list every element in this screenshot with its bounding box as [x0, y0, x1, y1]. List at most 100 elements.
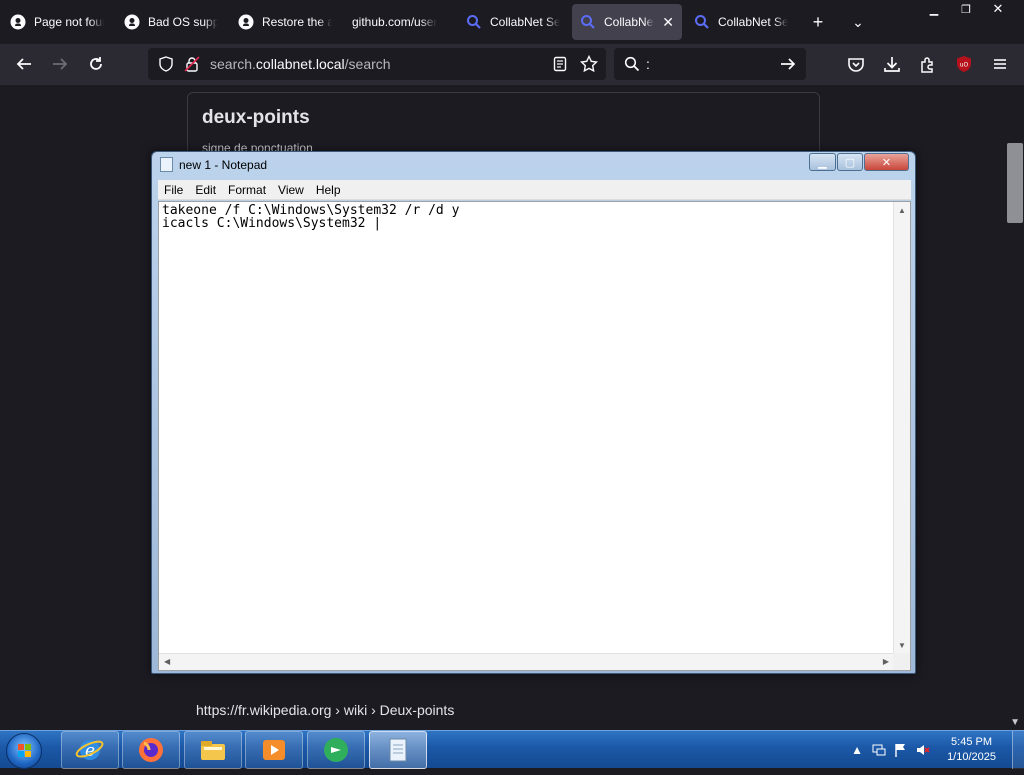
download-icon: [884, 57, 900, 72]
tab-label: CollabNet: [604, 15, 655, 29]
url-prefix: search.: [210, 56, 256, 72]
clock[interactable]: 5:45 PM 1/10/2025: [947, 735, 996, 765]
extensions-button[interactable]: [914, 50, 942, 78]
tracking-protection-icon[interactable]: [158, 56, 174, 77]
notepad-menubar: File Edit Format View Help: [158, 180, 911, 200]
menu-help[interactable]: Help: [310, 180, 347, 200]
search-icon: [624, 56, 640, 77]
reload-icon: [90, 57, 102, 70]
url-host: collabnet.local: [255, 56, 345, 72]
link-host: https://fr.wikipedia.org: [196, 702, 332, 718]
show-hidden-icons-icon[interactable]: ▲: [849, 742, 865, 758]
taskbar-media-player[interactable]: [245, 731, 303, 769]
menu-format[interactable]: Format: [222, 180, 272, 200]
restore-button[interactable]: ❐: [948, 0, 984, 18]
taskbar: e ▲ 5:45 PM 1/10/2025: [0, 730, 1024, 769]
notepad-minimize-button[interactable]: ▁: [809, 153, 836, 171]
tab-github-user[interactable]: github.com/user: [344, 4, 454, 40]
downloads-button[interactable]: [878, 50, 906, 78]
volume-muted-icon[interactable]: [915, 742, 931, 758]
taskbar-file-explorer[interactable]: [184, 731, 242, 769]
scrollbar-thumb[interactable]: [1007, 143, 1023, 223]
tab-collabnet-2[interactable]: CollabNet Se: [686, 4, 796, 40]
firefox-icon: [139, 738, 163, 762]
reload-button[interactable]: [82, 50, 110, 78]
ublock-button[interactable]: uO: [950, 50, 978, 78]
hamburger-menu-icon: [994, 59, 1006, 69]
show-desktop-button[interactable]: [1012, 731, 1024, 769]
tab-bad-os-support[interactable]: Bad OS support: [116, 4, 226, 40]
forward-button[interactable]: [46, 50, 74, 78]
close-window-button[interactable]: ✕: [980, 0, 1016, 18]
windows-logo-icon: [18, 744, 31, 757]
notepad-text-area[interactable]: takeone /f C:\Windows\System32 /r /d y i…: [158, 201, 911, 671]
taskbar-media-center[interactable]: [307, 731, 365, 769]
close-tab-icon[interactable]: ✕: [662, 14, 674, 31]
tab-collabnet-active[interactable]: CollabNet ✕: [572, 4, 682, 40]
resize-grip[interactable]: [893, 653, 910, 670]
tab-restore[interactable]: Restore the a: [230, 4, 340, 40]
minimize-button[interactable]: ▁: [916, 0, 952, 18]
notepad-horizontal-scrollbar[interactable]: ◀ ▶: [159, 653, 894, 670]
clock-date: 1/10/2025: [947, 751, 996, 763]
svg-text:uO: uO: [960, 62, 969, 69]
media-center-icon: [324, 738, 348, 762]
scroll-down-arrow-icon[interactable]: ▼: [1010, 717, 1020, 728]
notepad-icon: [389, 738, 407, 762]
url-text: search.collabnet.local/search: [210, 56, 391, 72]
github-icon: [10, 14, 26, 30]
notepad-icon: [160, 157, 173, 172]
search-query: :: [646, 56, 650, 72]
search-icon: [694, 14, 710, 30]
action-center-flag-icon[interactable]: [893, 742, 909, 758]
new-tab-button[interactable]: +: [804, 8, 832, 36]
navigation-toolbar: search.collabnet.local/search : uO: [0, 44, 1024, 85]
network-icon[interactable]: [871, 742, 887, 758]
go-arrow-icon[interactable]: [780, 56, 796, 77]
search-icon: [580, 14, 596, 30]
notepad-content[interactable]: takeone /f C:\Windows\System32 /r /d y i…: [162, 204, 459, 230]
search-bar[interactable]: :: [614, 48, 806, 80]
back-button[interactable]: [10, 50, 38, 78]
github-icon: [124, 14, 140, 30]
address-bar[interactable]: search.collabnet.local/search: [148, 48, 606, 80]
result-url-link[interactable]: https://fr.wikipedia.org › wiki › Deux-p…: [196, 702, 454, 718]
scroll-left-arrow-icon[interactable]: ◀: [164, 657, 170, 666]
notepad-maximize-button[interactable]: ▢: [837, 153, 863, 171]
pocket-icon: [848, 58, 864, 72]
menu-file[interactable]: File: [158, 180, 189, 200]
menu-view[interactable]: View: [272, 180, 310, 200]
notepad-vertical-scrollbar[interactable]: ▲ ▼: [893, 202, 910, 654]
search-icon: [466, 14, 482, 30]
tab-collabnet-1[interactable]: CollabNet Se: [458, 4, 568, 40]
pocket-button[interactable]: [842, 50, 870, 78]
tab-page-not-found[interactable]: Page not found: [2, 4, 112, 40]
notepad-titlebar[interactable]: new 1 - Notepad: [160, 157, 267, 172]
notepad-window[interactable]: new 1 - Notepad ▁ ▢ ✕ File Edit Format V…: [151, 151, 916, 674]
menu-edit[interactable]: Edit: [189, 180, 222, 200]
bookmark-star-icon[interactable]: [579, 54, 599, 78]
menu-button[interactable]: [986, 50, 1014, 78]
ublock-origin-icon: uO: [957, 56, 971, 72]
page-scrollbar[interactable]: ▼: [1006, 85, 1024, 730]
result-title[interactable]: deux-points: [202, 107, 310, 129]
reader-view-icon[interactable]: [552, 56, 568, 77]
scroll-up-arrow-icon[interactable]: ▲: [898, 206, 906, 215]
list-tabs-button[interactable]: ⌄: [844, 8, 872, 36]
taskbar-internet-explorer[interactable]: e: [61, 731, 119, 769]
scroll-down-arrow-icon[interactable]: ▼: [898, 641, 906, 650]
taskbar-firefox[interactable]: [122, 731, 180, 769]
lock-icon[interactable]: [184, 56, 200, 77]
forward-arrow-icon: [53, 58, 68, 70]
tab-label: Restore the a: [262, 15, 332, 29]
notepad-close-button[interactable]: ✕: [864, 153, 909, 171]
tab-bar: Page not found Bad OS support Restore th…: [0, 0, 1024, 44]
tab-label: CollabNet Se: [718, 15, 788, 29]
tab-label: Bad OS support: [148, 15, 218, 29]
github-icon: [238, 14, 254, 30]
tab-label: Page not found: [34, 15, 104, 29]
notepad-title: new 1 - Notepad: [179, 157, 268, 172]
taskbar-notepad[interactable]: [369, 731, 427, 769]
scroll-right-arrow-icon[interactable]: ▶: [883, 657, 889, 666]
start-button[interactable]: [6, 733, 42, 769]
